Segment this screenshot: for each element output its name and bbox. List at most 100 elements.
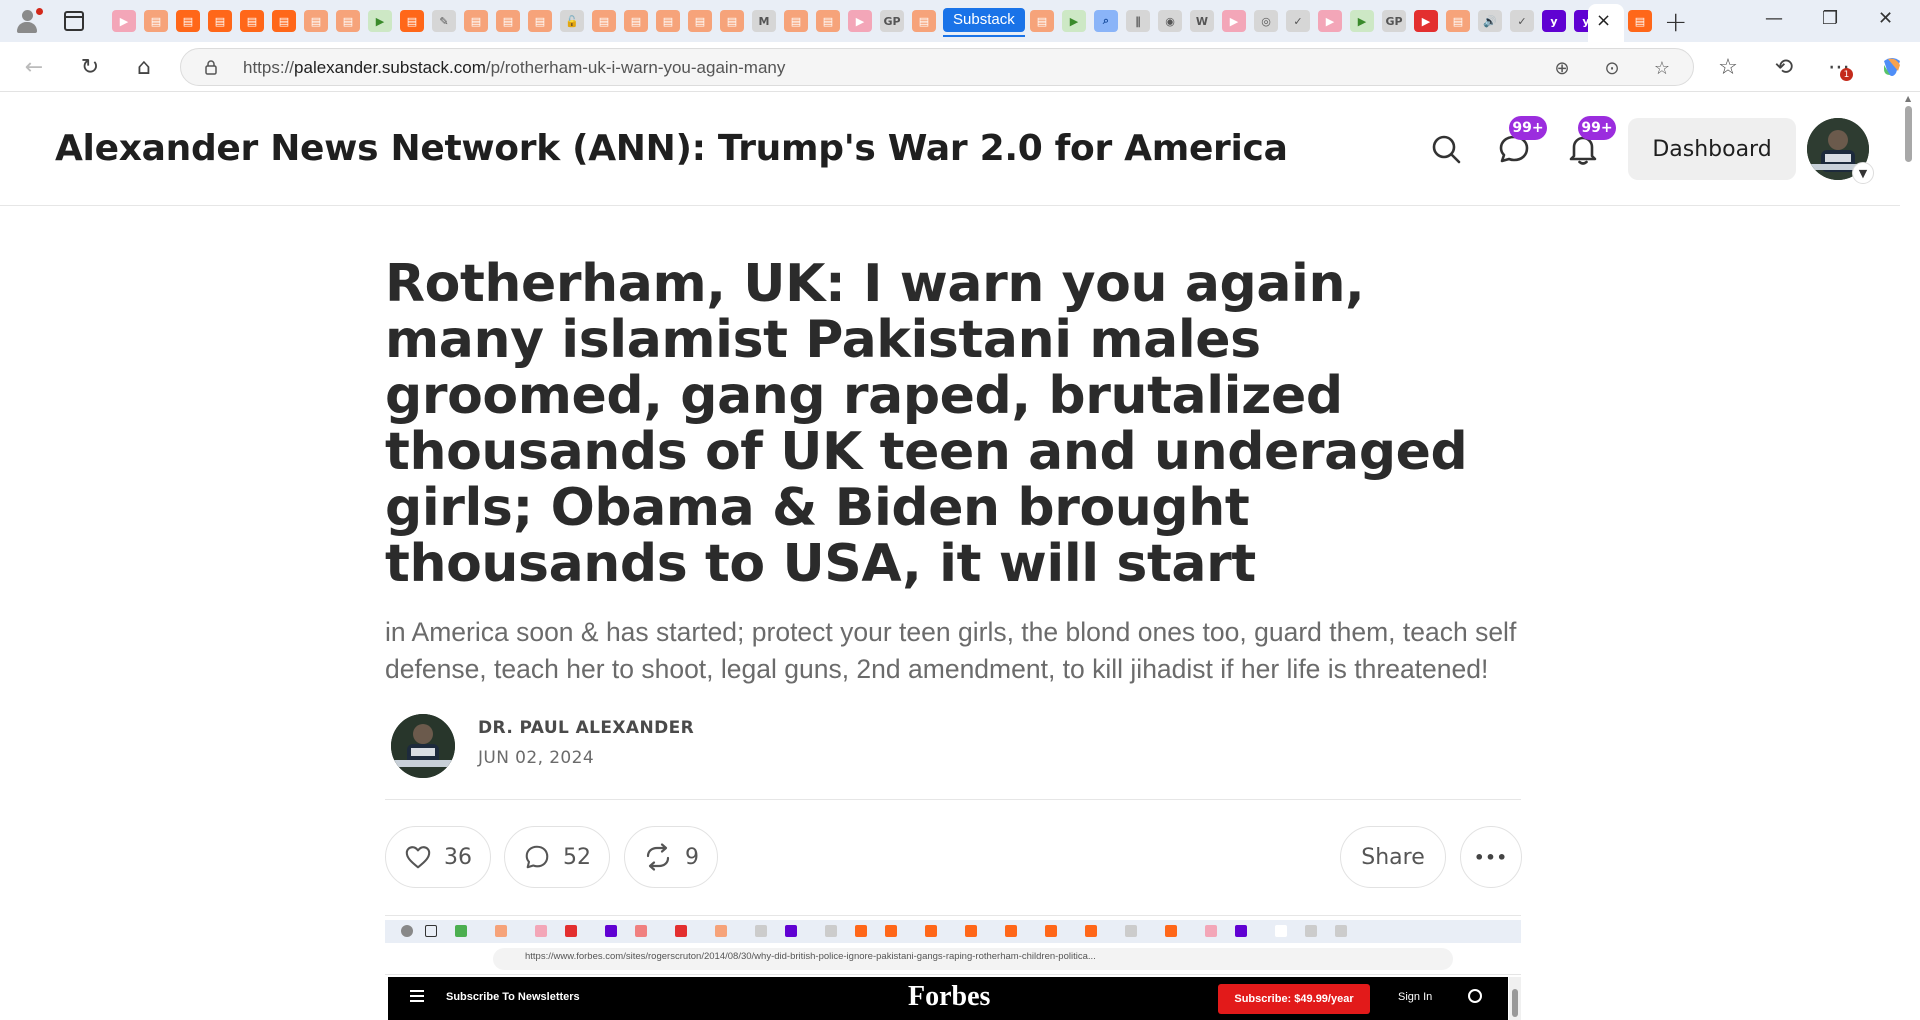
- favorite-star-icon[interactable]: ☆: [1651, 57, 1673, 79]
- restack-button[interactable]: 9: [624, 826, 718, 888]
- tab-icon[interactable]: ▤: [784, 10, 808, 32]
- restack-icon: [646, 843, 670, 871]
- tab-icon[interactable]: ✎: [432, 10, 456, 32]
- tab-actions-icon[interactable]: [64, 11, 84, 31]
- author-name[interactable]: DR. PAUL ALEXANDER: [478, 718, 694, 738]
- tab-icon[interactable]: ▶: [1350, 10, 1374, 32]
- tab-icon[interactable]: ▤: [1030, 10, 1054, 32]
- tab-icon[interactable]: ▤: [304, 10, 328, 32]
- tab-icon[interactable]: ▶: [368, 10, 392, 32]
- scroll-up-icon[interactable]: ▲: [1905, 94, 1911, 103]
- more-tabs: ▤ ▶ ⌕ ∥ ◉ W ▶ ◎ ✓ ▶ ▶ GP ▶ ▤ 🔊 ✓ y y: [1030, 10, 1598, 32]
- tab-icon[interactable]: ◎: [1254, 10, 1278, 32]
- refresh-icon[interactable]: ↻: [76, 53, 104, 81]
- browser-toolbar: ← ↻ ⌂ https://palexander.substack.com/p/…: [0, 42, 1920, 92]
- tab-icon[interactable]: ▤: [656, 10, 680, 32]
- embedded-screenshot-image[interactable]: https://www.forbes.com/sites/rogerscruto…: [385, 920, 1521, 1020]
- tab-icon[interactable]: ▤: [624, 10, 648, 32]
- publication-title[interactable]: Alexander News Network (ANN): Trump's Wa…: [55, 128, 1288, 169]
- comment-button[interactable]: 52: [504, 826, 610, 888]
- tab-icon[interactable]: ▶: [1222, 10, 1246, 32]
- lock-icon[interactable]: [203, 59, 219, 75]
- tab-icon[interactable]: ▶: [1062, 10, 1086, 32]
- post-title: Rotherham, UK: I warn you again, many is…: [385, 254, 1468, 594]
- more-options-button[interactable]: •••: [1460, 826, 1522, 888]
- home-icon[interactable]: ⌂: [130, 53, 158, 81]
- embedded-scrollbar: [1509, 977, 1521, 1020]
- menu-notification-badge: 1: [1840, 68, 1853, 81]
- search-icon[interactable]: [1429, 132, 1463, 166]
- tab-icon[interactable]: W: [1190, 10, 1214, 32]
- tab-icon[interactable]: ▤: [240, 10, 264, 32]
- favorites-icon[interactable]: ☆: [1714, 53, 1742, 81]
- back-icon[interactable]: ←: [20, 53, 48, 81]
- embedded-url: https://www.forbes.com/sites/rogerscruto…: [525, 951, 1096, 962]
- like-count: 36: [444, 844, 472, 870]
- tab-icon[interactable]: ▤: [688, 10, 712, 32]
- tab-icon[interactable]: ▤: [400, 10, 424, 32]
- like-button[interactable]: 36: [385, 826, 491, 888]
- maximize-button[interactable]: ❐: [1822, 8, 1838, 29]
- tab-icon[interactable]: ▶: [1318, 10, 1342, 32]
- tab-icon[interactable]: ◉: [1158, 10, 1182, 32]
- tab-icon[interactable]: ∥: [1126, 10, 1150, 32]
- reading-view-icon[interactable]: ⊙: [1601, 57, 1623, 79]
- chevron-down-icon[interactable]: ▼: [1852, 162, 1874, 184]
- tab-icon[interactable]: ▤: [144, 10, 168, 32]
- tab-icon[interactable]: ▶: [112, 10, 136, 32]
- zoom-icon[interactable]: ⊕: [1551, 57, 1573, 79]
- heart-icon: [405, 846, 431, 869]
- scrollbar-thumb[interactable]: [1905, 106, 1912, 162]
- active-tab[interactable]: ×: [1588, 4, 1624, 42]
- author-avatar[interactable]: [391, 714, 455, 778]
- tab-icon[interactable]: ▤: [336, 10, 360, 32]
- tab-icon[interactable]: ▤: [464, 10, 488, 32]
- tab-icon[interactable]: ✓: [1510, 10, 1534, 32]
- forbes-logo: Forbes: [908, 981, 991, 1012]
- new-tab-button[interactable]: +: [1664, 5, 1687, 38]
- tab-icon[interactable]: ▤: [592, 10, 616, 32]
- dashboard-button[interactable]: Dashboard: [1628, 118, 1796, 180]
- tab-icon[interactable]: ✓: [1286, 10, 1310, 32]
- tab-icon[interactable]: ▤: [528, 10, 552, 32]
- tab-icon[interactable]: ▤: [816, 10, 840, 32]
- address-bar[interactable]: https://palexander.substack.com/p/rother…: [180, 48, 1694, 86]
- substack-tab-icon[interactable]: ▤: [1628, 10, 1652, 32]
- tab-icon[interactable]: ▶: [1414, 10, 1438, 32]
- tab-icon[interactable]: ▤: [272, 10, 296, 32]
- article: Rotherham, UK: I warn you again, many is…: [385, 206, 1522, 916]
- minimize-button[interactable]: —: [1765, 8, 1783, 29]
- tab-icon[interactable]: GP: [1382, 10, 1406, 32]
- tab-icon[interactable]: ▤: [912, 10, 936, 32]
- tab-icon[interactable]: ▶: [848, 10, 872, 32]
- embedded-address-bar: https://www.forbes.com/sites/rogerscruto…: [385, 943, 1521, 975]
- history-icon[interactable]: ⟲: [1770, 53, 1798, 81]
- close-tab-icon[interactable]: ×: [1596, 10, 1611, 31]
- tab-icon[interactable]: ▤: [176, 10, 200, 32]
- close-window-button[interactable]: ✕: [1878, 8, 1893, 29]
- post-subtitle: in America soon & has started; protect y…: [385, 617, 1517, 684]
- post-actions: 36 52 9 Share •••: [385, 800, 1522, 916]
- tab-icon[interactable]: 🔊: [1478, 10, 1502, 32]
- tab-icon[interactable]: ▤: [1446, 10, 1470, 32]
- notifications-badge: 99+: [1578, 116, 1616, 140]
- tab-substack-tooltip[interactable]: Substack: [943, 8, 1025, 37]
- tab-icon[interactable]: y: [1542, 10, 1566, 32]
- comment-count: 52: [563, 844, 591, 870]
- page-scrollbar[interactable]: ▲: [1900, 92, 1920, 1020]
- url-text[interactable]: https://palexander.substack.com/p/rother…: [243, 58, 785, 78]
- tab-icon[interactable]: ▤: [720, 10, 744, 32]
- share-button[interactable]: Share: [1340, 826, 1446, 888]
- profile-icon[interactable]: [14, 8, 43, 34]
- post-date: JUN 02, 2024: [478, 748, 595, 768]
- tab-icon[interactable]: ▤: [496, 10, 520, 32]
- tab-icon[interactable]: 🔓: [560, 10, 584, 32]
- copilot-icon[interactable]: [1878, 53, 1906, 81]
- tab-icon[interactable]: ⌕: [1094, 10, 1118, 32]
- comment-icon: [525, 845, 549, 869]
- tab-icon[interactable]: GP: [880, 10, 904, 32]
- embedded-signin-link: Sign In: [1398, 991, 1433, 1003]
- tab-icon[interactable]: ▤: [208, 10, 232, 32]
- browser-tab-strip: ▶ ▤ ▤ ▤ ▤ ▤ ▤ ▤ ▶ ▤ ✎ ▤ ▤ ▤ 🔓 ▤ ▤ ▤ ▤ ▤ …: [0, 0, 1920, 42]
- tab-icon[interactable]: M: [752, 10, 776, 32]
